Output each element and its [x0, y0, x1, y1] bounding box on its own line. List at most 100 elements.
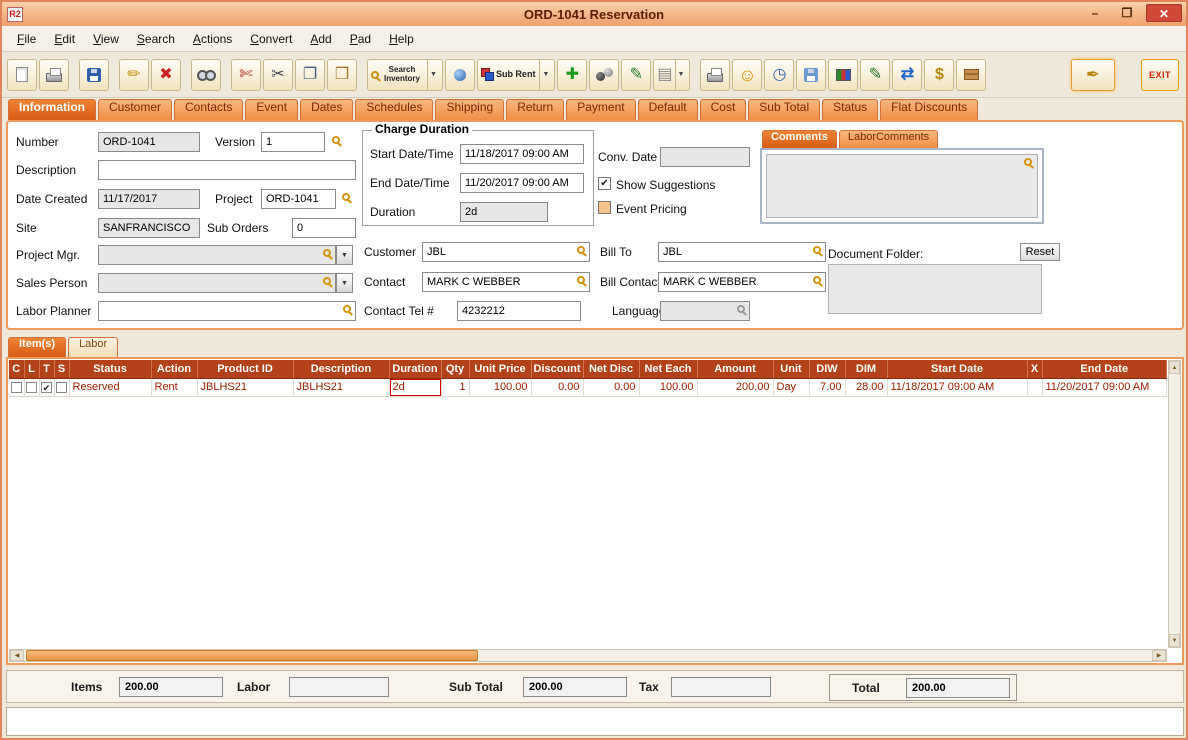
- language-field[interactable]: [660, 301, 750, 321]
- menu-edit[interactable]: Edit: [45, 29, 84, 49]
- maximize-button[interactable]: ❐: [1114, 4, 1140, 22]
- column-header-action[interactable]: Action: [151, 360, 198, 379]
- horizontal-scrollbar[interactable]: ◀ ▶: [9, 649, 1167, 662]
- chevron-down-icon[interactable]: ▼: [427, 59, 439, 90]
- scroll-right-button[interactable]: ▶: [1152, 650, 1166, 661]
- row-checkbox-t[interactable]: ✔: [41, 381, 52, 393]
- menu-view[interactable]: View: [84, 29, 128, 49]
- close-button[interactable]: ✕: [1146, 4, 1182, 22]
- contact-tel-field[interactable]: 4232212: [457, 301, 581, 321]
- catalog-button[interactable]: [828, 58, 859, 91]
- fill-button[interactable]: [444, 58, 475, 91]
- tab-flat-discounts[interactable]: Flat Discounts: [880, 99, 979, 120]
- tab-shipping[interactable]: Shipping: [435, 99, 505, 120]
- contact-search-icon[interactable]: [577, 276, 585, 284]
- scrollbar-thumb[interactable]: [26, 650, 478, 661]
- cell-duration[interactable]: 2d: [389, 378, 442, 397]
- project-mgr-dropdown[interactable]: ▼: [336, 245, 353, 265]
- column-header-x[interactable]: X: [1027, 360, 1043, 379]
- exit-button[interactable]: EXIT: [1141, 58, 1179, 91]
- save-as-button[interactable]: [796, 58, 827, 91]
- tab-labor[interactable]: Labor: [68, 337, 119, 357]
- cell-discount[interactable]: 0.00: [531, 378, 584, 397]
- column-header-start-date[interactable]: Start Date: [887, 360, 1028, 379]
- column-header-dim[interactable]: DIM: [845, 360, 888, 379]
- minimize-button[interactable]: –: [1082, 4, 1108, 22]
- menu-actions[interactable]: Actions: [184, 29, 241, 49]
- sub-total-field[interactable]: 200.00: [523, 677, 627, 697]
- column-header-amount[interactable]: Amount: [697, 360, 774, 379]
- cell-status[interactable]: Reserved: [69, 378, 152, 397]
- column-header-description[interactable]: Description: [293, 360, 390, 379]
- comments-search-icon[interactable]: [1024, 158, 1032, 166]
- cut-button[interactable]: ✂: [263, 58, 293, 91]
- tab-sub-total[interactable]: Sub Total: [748, 99, 821, 120]
- schedule-button[interactable]: ◷: [764, 58, 795, 91]
- cell-description[interactable]: JBLHS21: [293, 378, 390, 397]
- column-header-duration[interactable]: Duration: [389, 360, 442, 379]
- menu-add[interactable]: Add: [301, 29, 340, 49]
- column-header-net-each[interactable]: Net Each: [639, 360, 698, 379]
- cell-amount[interactable]: 200.00: [697, 378, 774, 397]
- paste-button[interactable]: ❒: [327, 58, 357, 91]
- start-datetime-field[interactable]: 11/18/2017 09:00 AM: [460, 144, 584, 164]
- column-header-product-id[interactable]: Product ID: [197, 360, 294, 379]
- sales-person-dropdown[interactable]: ▼: [336, 273, 353, 293]
- tab-items[interactable]: Item(s): [8, 337, 67, 357]
- notes-button[interactable]: ✎: [860, 58, 891, 91]
- tab-customer[interactable]: Customer: [98, 99, 173, 120]
- cell-unit[interactable]: Day: [773, 378, 810, 397]
- project-mgr-field[interactable]: [98, 245, 336, 265]
- cell-end-date[interactable]: 11/20/2017 09:00 AM: [1042, 378, 1167, 397]
- bill-contact-search-icon[interactable]: [813, 276, 821, 284]
- customer-search-icon[interactable]: [577, 246, 585, 254]
- number-field[interactable]: ORD-1041: [98, 132, 200, 152]
- contact-field[interactable]: MARK C WEBBER: [422, 272, 590, 292]
- project-field[interactable]: ORD-1041: [261, 189, 336, 209]
- event-pricing-checkbox[interactable]: [598, 201, 611, 214]
- bill-to-search-icon[interactable]: [813, 246, 821, 254]
- end-datetime-field[interactable]: 11/20/2017 09:00 AM: [460, 173, 584, 193]
- print-list-button[interactable]: [700, 58, 731, 91]
- menu-search[interactable]: Search: [128, 29, 184, 49]
- tab-default[interactable]: Default: [637, 99, 698, 120]
- edit-note-button[interactable]: ✎: [621, 58, 652, 91]
- tab-contacts[interactable]: Contacts: [174, 99, 244, 120]
- cut-order-button[interactable]: ✄: [231, 58, 261, 91]
- labor-planner-search-icon[interactable]: [343, 305, 351, 313]
- menu-help[interactable]: Help: [380, 29, 423, 49]
- cell-l[interactable]: [24, 378, 40, 397]
- chevron-down-icon[interactable]: ▼: [674, 59, 687, 90]
- cell-start-date[interactable]: 11/18/2017 09:00 AM: [887, 378, 1028, 397]
- cell-net-each[interactable]: 100.00: [639, 378, 698, 397]
- column-header-net-disc[interactable]: Net Disc: [583, 360, 640, 379]
- version-search-icon[interactable]: [332, 136, 340, 144]
- package-button[interactable]: [956, 58, 987, 91]
- tab-event[interactable]: Event: [245, 99, 299, 120]
- chevron-down-icon[interactable]: ▼: [539, 59, 551, 90]
- scroll-down-button[interactable]: ▼: [1169, 634, 1180, 647]
- duration-field[interactable]: 2d: [460, 202, 548, 222]
- comments-textarea[interactable]: [766, 154, 1038, 218]
- cell-dim[interactable]: 28.00: [845, 378, 888, 397]
- tab-dates[interactable]: Dates: [300, 99, 354, 120]
- title-bar[interactable]: R2 ORD-1041 Reservation – ❐ ✕: [2, 2, 1186, 26]
- invoice-button[interactable]: $: [924, 58, 955, 91]
- tab-laborcomments[interactable]: LaborComments: [838, 130, 939, 148]
- column-header-l[interactable]: L: [24, 360, 40, 379]
- tab-information[interactable]: Information: [8, 99, 96, 120]
- cell-diw[interactable]: 7.00: [809, 378, 846, 397]
- column-header-end-date[interactable]: End Date: [1042, 360, 1167, 379]
- row-checkbox-c[interactable]: [10, 381, 22, 393]
- cell-unit-price[interactable]: 100.00: [469, 378, 532, 397]
- column-header-qty[interactable]: Qty: [441, 360, 470, 379]
- column-header-t[interactable]: T: [39, 360, 55, 379]
- version-field[interactable]: 1: [261, 132, 325, 152]
- sub-orders-field[interactable]: 0: [292, 218, 356, 238]
- bill-to-field[interactable]: JBL: [658, 242, 826, 262]
- column-header-unit-price[interactable]: Unit Price: [469, 360, 532, 379]
- stack-button[interactable]: ▤ ▼: [653, 58, 691, 91]
- column-header-unit[interactable]: Unit: [773, 360, 810, 379]
- edit-button[interactable]: ✏: [119, 58, 149, 91]
- row-checkbox-l[interactable]: [26, 381, 37, 393]
